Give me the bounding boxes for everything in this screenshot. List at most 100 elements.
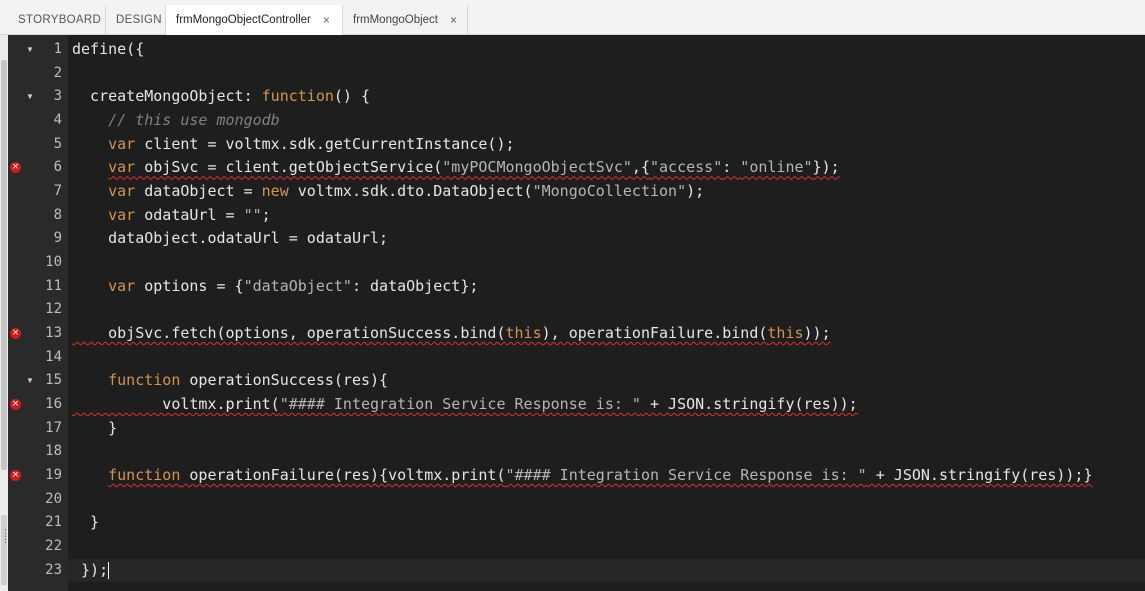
fold-arrow-icon[interactable]: ▼ [26,369,34,393]
line-number: 1 [53,41,62,57]
code-text: ); [686,182,705,200]
comment: // this use mongodb [72,111,280,129]
code-line-7[interactable]: var dataObject = new voltmx.sdk.dto.Data… [72,180,704,204]
line-number: 2 [53,64,62,81]
line-number: 18 [45,443,62,460]
code-line-9[interactable]: dataObject.odataUrl = odataUrl; [72,227,388,251]
code-text: + JSON.stringify(res)); [640,395,858,413]
code-text: : [722,158,741,177]
code-text: } [72,418,118,437]
line-number: 3 [53,88,62,105]
tab-label: DESIGN [116,14,162,26]
code-line-6[interactable]: var objSvc = client.getObjectService("my… [72,156,840,180]
code-text: operationSuccess(res){ [180,371,389,390]
keyword: function [108,466,181,484]
code-text: dataObject = [135,182,262,200]
keyword: function [108,371,181,390]
gutter-row: 17 [0,417,1145,441]
code-text: dataObject.odataUrl = odataUrl; [72,229,389,248]
line-number: 17 [45,419,62,436]
code-text: ; [261,205,271,224]
editor-tab-bar: STORYBOARD DESIGN frmMongoObjectControll… [0,0,1145,35]
string: "" [243,205,262,224]
fold-arrow-icon[interactable]: ▼ [26,85,34,109]
code-text: ,{ [631,158,650,177]
code-line-4[interactable]: // this use mongodb [72,109,280,133]
code-text: createMongoObject: [72,87,262,106]
code-line-13[interactable]: objSvc.fetch(options, operationSuccess.b… [72,322,831,346]
code-line-8[interactable]: var odataUrl = ""; [72,204,271,228]
code-text: : dataObject}; [351,276,479,295]
tab-frmmongoobjectcontroller[interactable]: frmMongoObjectController × [166,5,343,35]
code-line-11[interactable]: var options = {"dataObject": dataObject}… [72,275,478,299]
gutter-row: 23 [0,559,1145,583]
code-line-3[interactable]: createMongoObject: function() { [72,85,370,109]
code-line-21[interactable]: } [72,511,99,535]
close-icon[interactable]: × [450,13,457,27]
code-line-16[interactable]: voltmx.print("#### Integration Service R… [72,393,858,417]
code-line-1[interactable]: define({ [72,38,144,62]
keyword: this [505,324,542,342]
string: "access" [649,158,723,177]
keyword: var [108,182,136,200]
error-icon[interactable]: × [10,328,21,340]
code-text: }); [72,560,109,579]
gutter-row: 18 [0,440,1145,464]
code-line-23[interactable]: }); [72,559,110,583]
error-icon[interactable]: × [10,470,21,482]
keyword: var [108,276,136,295]
code-line-15[interactable]: function operationSuccess(res){ [72,369,388,393]
code-text: } [72,513,100,532]
code-line-19[interactable]: function operationFailure(res){voltmx.pr… [72,464,1093,488]
gutter-row: 20 [0,488,1145,512]
keyword: var [108,134,136,153]
close-icon[interactable]: × [323,13,330,27]
code-text: )); [803,324,831,342]
code-text: voltmx.print( [72,395,280,413]
line-number: 10 [45,254,62,271]
code-line-17[interactable]: } [72,417,117,441]
code-text: define({ [72,40,145,58]
fold-arrow-icon[interactable]: ▼ [26,38,34,62]
tab-design[interactable]: DESIGN [106,5,166,35]
tab-label: STORYBOARD [18,14,102,26]
keyword: new [261,182,289,200]
line-number: 8 [53,206,62,223]
tab-storyboard[interactable]: STORYBOARD [8,5,106,35]
keyword: function [261,87,334,106]
line-number: 22 [45,538,62,555]
line-number: 5 [53,135,62,152]
string: "myPOCMongoObjectSvc" [442,158,632,177]
line-number: 9 [53,230,62,247]
error-icon[interactable]: × [10,399,21,411]
code-text: options = { [135,276,244,295]
gutter-row: 12 [0,298,1145,322]
string: "dataObject" [243,276,352,295]
code-line-5[interactable]: var client = voltmx.sdk.getCurrentInstan… [72,133,515,157]
keyword: var [108,158,136,177]
line-number: 11 [45,277,62,294]
tab-frmmongoobject[interactable]: frmMongoObject × [343,5,468,35]
code-text: ), operationFailure.bind( [541,324,768,342]
line-number: 23 [45,561,62,578]
gutter-row: 2 [0,62,1145,86]
line-number: 4 [53,112,62,128]
tab-label: frmMongoObjectController [176,14,311,26]
code-text: voltmx.sdk.dto.DataObject( [288,182,533,200]
line-number: 14 [45,348,62,365]
gutter-row: 22 [0,535,1145,559]
code-text: objSvc = client.getObjectService( [135,158,443,177]
keyword: this [767,324,804,342]
code-text: client = voltmx.sdk.getCurrentInstance()… [135,134,515,153]
string: "#### Integration Service Response is: " [279,395,641,413]
string: "MongoCollection" [532,182,687,200]
code-text: + JSON.stringify(res));} [866,466,1093,484]
line-number: 21 [45,514,62,531]
